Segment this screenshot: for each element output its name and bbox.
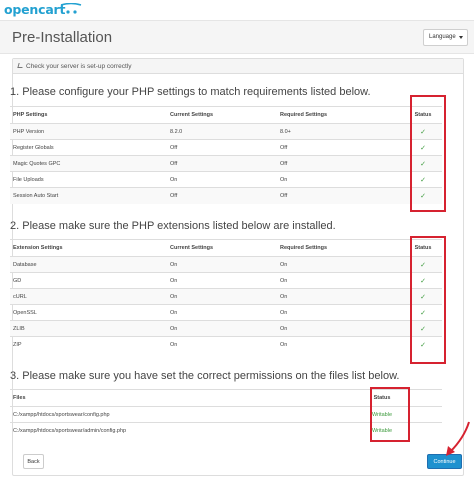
extension-name: OpenSSL bbox=[10, 304, 167, 321]
column-header: Files bbox=[10, 389, 362, 407]
table-row: Session Auto Start Off Off ✓ bbox=[10, 187, 442, 204]
current-value: On bbox=[167, 336, 277, 353]
column-header: Current Settings bbox=[167, 106, 277, 124]
table-header-row: PHP Settings Current Settings Required S… bbox=[10, 106, 442, 124]
current-value: Off bbox=[167, 155, 277, 172]
current-value: Off bbox=[167, 187, 277, 204]
extension-name: ZIP bbox=[10, 336, 167, 353]
current-value: On bbox=[167, 256, 277, 273]
caret-down-icon bbox=[459, 36, 463, 39]
php-settings-table: PHP Settings Current Settings Required S… bbox=[10, 106, 442, 204]
pencil-icon bbox=[17, 63, 24, 68]
required-value: On bbox=[277, 336, 404, 353]
extension-name: GD bbox=[10, 272, 167, 289]
table-row: cURL On On ✓ bbox=[10, 288, 442, 305]
file-path: C:/xampp/htdocs/sportswear/admin/config.… bbox=[10, 422, 362, 439]
highlight-box-status-1 bbox=[410, 95, 446, 212]
section3-title: 3. Please make sure you have set the cor… bbox=[10, 370, 400, 382]
highlight-box-status-3 bbox=[370, 387, 410, 442]
required-value: Off bbox=[277, 187, 404, 204]
current-value: On bbox=[167, 272, 277, 289]
language-dropdown[interactable]: Language bbox=[423, 29, 468, 46]
table-row: GD On On ✓ bbox=[10, 272, 442, 289]
setting-name: Register Globals bbox=[10, 139, 167, 156]
current-value: On bbox=[167, 288, 277, 305]
panel-heading-text: Check your server is set-up correctly bbox=[26, 63, 132, 70]
required-value: Off bbox=[277, 155, 404, 172]
setting-name: File Uploads bbox=[10, 171, 167, 188]
panel-heading: Check your server is set-up correctly bbox=[13, 59, 463, 74]
back-button[interactable]: Back bbox=[23, 454, 44, 469]
required-value: On bbox=[277, 320, 404, 337]
column-header: Current Settings bbox=[167, 239, 277, 257]
table-row: PHP Version 8.2.0 8.0+ ✓ bbox=[10, 123, 442, 140]
top-bar: opencart bbox=[0, 0, 474, 20]
current-value: On bbox=[167, 320, 277, 337]
table-row: Magic Quotes GPC Off Off ✓ bbox=[10, 155, 442, 172]
page-header: Pre-Installation Language bbox=[0, 20, 474, 54]
required-value: 8.0+ bbox=[277, 123, 404, 140]
required-value: Off bbox=[277, 139, 404, 156]
table-row: Register Globals Off Off ✓ bbox=[10, 139, 442, 156]
current-value: Off bbox=[167, 139, 277, 156]
setting-name: Magic Quotes GPC bbox=[10, 155, 167, 172]
required-value: On bbox=[277, 256, 404, 273]
extension-name: ZLIB bbox=[10, 320, 167, 337]
table-row: Database On On ✓ bbox=[10, 256, 442, 273]
current-value: On bbox=[167, 304, 277, 321]
table-row: OpenSSL On On ✓ bbox=[10, 304, 442, 321]
required-value: On bbox=[277, 171, 404, 188]
column-header: Required Settings bbox=[277, 106, 404, 124]
required-value: On bbox=[277, 304, 404, 321]
current-value: 8.2.0 bbox=[167, 123, 277, 140]
table-header-row: Extension Settings Current Settings Requ… bbox=[10, 239, 442, 257]
language-label: Language bbox=[429, 34, 456, 40]
table-row: ZIP On On ✓ bbox=[10, 336, 442, 353]
required-value: On bbox=[277, 272, 404, 289]
section1-title: 1. Please configure your PHP settings to… bbox=[10, 86, 371, 98]
table-row: File Uploads On On ✓ bbox=[10, 171, 442, 188]
php-extensions-table: Extension Settings Current Settings Requ… bbox=[10, 239, 442, 353]
current-value: On bbox=[167, 171, 277, 188]
column-header: Extension Settings bbox=[10, 239, 167, 257]
file-path: C:/xampp/htdocs/sportswear/config.php bbox=[10, 406, 362, 423]
cart-icon bbox=[60, 3, 82, 14]
setting-name: PHP Version bbox=[10, 123, 167, 140]
column-header: PHP Settings bbox=[10, 106, 167, 124]
opencart-logo: opencart bbox=[4, 2, 66, 17]
extension-name: Database bbox=[10, 256, 167, 273]
page-title: Pre-Installation bbox=[12, 29, 113, 46]
required-value: On bbox=[277, 288, 404, 305]
setting-name: Session Auto Start bbox=[10, 187, 167, 204]
extension-name: cURL bbox=[10, 288, 167, 305]
column-header: Required Settings bbox=[277, 239, 404, 257]
red-arrow-icon bbox=[446, 421, 470, 456]
section2-title: 2. Please make sure the PHP extensions l… bbox=[10, 220, 336, 232]
highlight-box-status-2 bbox=[410, 236, 446, 364]
table-row: ZLIB On On ✓ bbox=[10, 320, 442, 337]
